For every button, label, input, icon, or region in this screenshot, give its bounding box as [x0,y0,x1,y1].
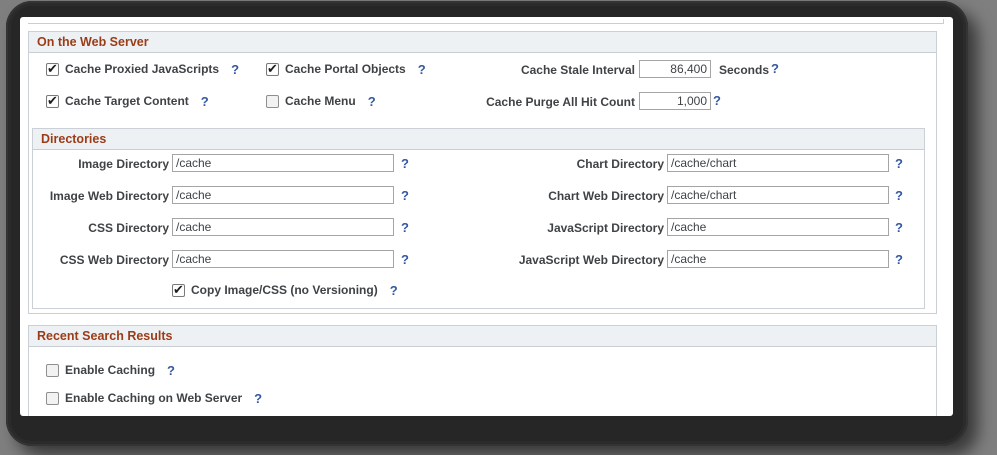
checkbox-row: Copy Image/CSS (no Versioning) ? [172,281,398,299]
group-box-directories: Directories Image Directory ? Image Web … [32,128,925,309]
field-label-image-directory: Image Directory [78,157,169,171]
help-icon[interactable]: ? [401,188,409,203]
checkbox-row: Cache Portal Objects ? [266,60,426,78]
checkbox-cache-target-content[interactable] [46,94,59,108]
checkbox-cache-proxied-javascripts[interactable] [46,62,59,76]
field-label-cache-purge-all-hit-count: Cache Purge All Hit Count [486,95,635,109]
help-icon[interactable]: ? [231,62,239,77]
field-label-css-directory: CSS Directory [88,221,169,235]
group-box-web-server: On the Web Server Cache Proxied JavaScri… [28,31,937,314]
checkbox-enable-caching-on-web-server[interactable] [46,391,59,405]
help-icon[interactable]: ? [167,363,175,378]
help-icon[interactable]: ? [201,94,209,109]
css-web-directory-input[interactable] [172,250,394,268]
checkbox-label: Enable Caching [65,363,156,377]
field-label-javascript-directory: JavaScript Directory [547,221,664,235]
checkbox-label: Enable Caching on Web Server [65,391,243,405]
checkbox-row: Enable Caching ? [46,361,175,379]
checkbox-label: Cache Menu [285,94,356,108]
checkbox-cache-menu[interactable] [266,94,279,108]
help-icon[interactable]: ? [771,61,779,76]
javascript-web-directory-input[interactable] [667,250,889,268]
field-label-chart-directory: Chart Directory [576,157,664,171]
help-icon[interactable]: ? [713,93,721,108]
cache-purge-all-hit-count-input[interactable] [639,92,711,110]
clipped-section-border [28,19,944,24]
field-label-javascript-web-directory: JavaScript Web Directory [518,253,664,267]
checkbox-label: Cache Target Content [65,94,189,108]
checkbox-enable-caching[interactable] [46,363,59,377]
field-label-chart-web-directory: Chart Web Directory [548,189,664,203]
section-title-web-server: On the Web Server [29,32,936,53]
checkbox-row: Enable Caching on Web Server ? [46,389,262,407]
checkbox-row: Cache Menu ? [266,92,376,110]
field-label-cache-stale-interval: Cache Stale Interval [520,63,635,77]
window-frame: On the Web Server Cache Proxied JavaScri… [6,1,968,446]
help-icon[interactable]: ? [401,156,409,171]
css-directory-input[interactable] [172,218,394,236]
checkbox-label: Cache Portal Objects [285,62,406,76]
field-label-css-web-directory: CSS Web Directory [59,253,169,267]
checkbox-label: Copy Image/CSS (no Versioning) [191,283,378,297]
page-content: On the Web Server Cache Proxied JavaScri… [20,17,953,416]
checkbox-copy-image-css[interactable] [172,283,185,297]
checkbox-row: Cache Target Content ? [46,92,209,110]
section-title-directories: Directories [33,129,924,150]
checkbox-cache-portal-objects[interactable] [266,62,279,76]
section-title-recent-search-results: Recent Search Results [29,326,936,347]
help-icon[interactable]: ? [390,283,398,298]
field-unit-seconds: Seconds [719,63,770,77]
help-icon[interactable]: ? [895,156,903,171]
image-directory-input[interactable] [172,154,394,172]
group-box-recent-search-results: Recent Search Results Enable Caching ? E… [28,325,937,416]
field-label-image-web-directory: Image Web Directory [49,189,169,203]
chart-directory-input[interactable] [667,154,889,172]
chart-web-directory-input[interactable] [667,186,889,204]
checkbox-row: Cache Proxied JavaScripts ? [46,60,239,78]
javascript-directory-input[interactable] [667,218,889,236]
help-icon[interactable]: ? [401,220,409,235]
help-icon[interactable]: ? [401,252,409,267]
help-icon[interactable]: ? [895,188,903,203]
help-icon[interactable]: ? [895,220,903,235]
cache-stale-interval-input[interactable] [639,60,711,78]
image-web-directory-input[interactable] [172,186,394,204]
help-icon[interactable]: ? [368,94,376,109]
help-icon[interactable]: ? [418,62,426,77]
checkbox-label: Cache Proxied JavaScripts [65,62,220,76]
help-icon[interactable]: ? [895,252,903,267]
help-icon[interactable]: ? [254,391,262,406]
